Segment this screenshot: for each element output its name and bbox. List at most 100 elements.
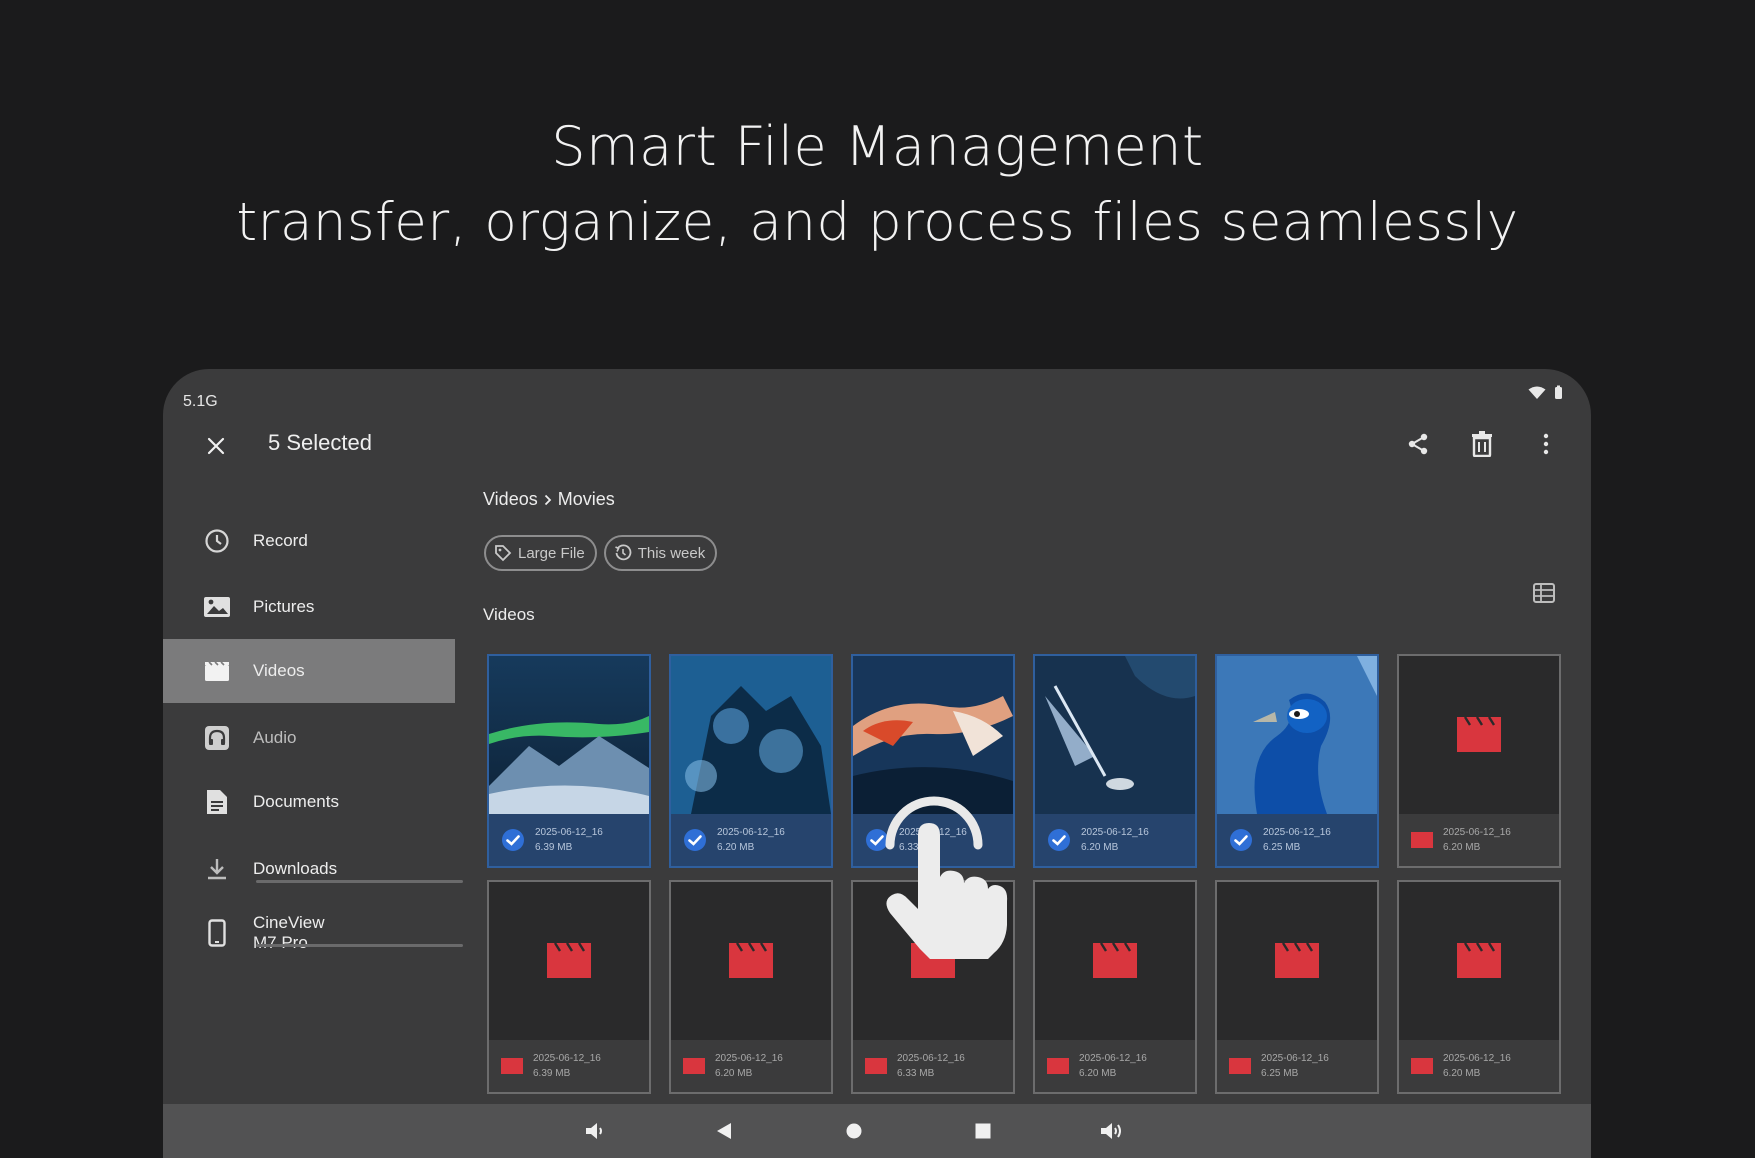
sidebar-item-label: Audio xyxy=(253,728,297,747)
download-icon xyxy=(203,855,231,883)
filter-chips: Large File This week xyxy=(484,535,718,571)
view-mode-toggle[interactable] xyxy=(1533,583,1557,605)
breadcrumb: Videos Movies xyxy=(483,489,615,510)
more-vert-icon xyxy=(1543,433,1549,455)
sidebar-item-label: Documents xyxy=(253,792,339,811)
headline-title: Smart File Management xyxy=(551,115,1204,178)
volume-down-icon xyxy=(586,1123,602,1139)
close-icon xyxy=(207,437,225,455)
battery-icon xyxy=(1555,385,1562,399)
video-file-tile[interactable]: 2025-06-12_16 6.33 MB xyxy=(851,880,1015,1094)
sidebar-item-label: Downloads xyxy=(253,859,338,878)
video-file-tile[interactable]: 2025-06-12_16 6.20 MB xyxy=(669,654,833,868)
video-file-tile[interactable]: 2025-06-12_16 6.25 MB xyxy=(1215,654,1379,868)
file-name: 2025-06-12_16 xyxy=(1079,1053,1147,1064)
check-circle-icon[interactable] xyxy=(1229,828,1253,852)
video-thumbnail xyxy=(853,656,1013,814)
list-view-icon xyxy=(1533,583,1555,603)
check-circle-icon[interactable] xyxy=(865,828,889,852)
video-file-tile[interactable]: 2025-06-12_16 6.20 MB xyxy=(1033,880,1197,1094)
image-icon xyxy=(203,593,231,621)
clock-icon xyxy=(203,527,231,555)
video-file-icon xyxy=(683,1058,705,1074)
video-thumbnail xyxy=(1399,656,1559,814)
file-meta: 2025-06-12_16 6.20 MB xyxy=(671,1040,831,1092)
file-meta: 2025-06-12_16 6.20 MB xyxy=(671,814,831,866)
volume-down-button[interactable] xyxy=(581,1117,609,1145)
more-options-button[interactable] xyxy=(1531,427,1561,461)
file-name: 2025-06-12_16 xyxy=(533,1053,601,1064)
document-icon xyxy=(203,788,231,816)
video-file-icon xyxy=(501,1058,523,1074)
video-file-tile[interactable]: 2025-06-12_16 6.20 MB xyxy=(1033,654,1197,868)
video-file-tile[interactable]: 2025-06-12_16 6.39 MB xyxy=(487,654,651,868)
share-button[interactable] xyxy=(1403,427,1433,461)
storage-indicator: 5.1G xyxy=(183,393,218,410)
filter-chip-this-week[interactable]: This week xyxy=(603,535,718,571)
close-selection-button[interactable] xyxy=(201,431,231,461)
file-name: 2025-06-12_16 xyxy=(1263,827,1331,838)
video-file-tile[interactable]: 2025-06-12_16 6.25 MB xyxy=(1215,880,1379,1094)
sidebar-item-videos[interactable]: Videos xyxy=(163,639,455,703)
check-circle-icon[interactable] xyxy=(1047,828,1071,852)
home-icon xyxy=(846,1123,862,1139)
video-file-tile[interactable]: 2025-06-12_16 6.20 MB xyxy=(1397,654,1561,868)
file-name: 2025-06-12_16 xyxy=(715,1053,783,1064)
chip-label: Large File xyxy=(518,544,585,562)
video-file-tile[interactable]: 2025-06-12_16 6.33 MB xyxy=(851,654,1015,868)
recents-icon xyxy=(975,1123,991,1139)
headline-subtitle: transfer, organize, and process files se… xyxy=(236,192,1519,253)
video-file-icon xyxy=(1047,1058,1069,1074)
file-size: 6.39 MB xyxy=(533,1068,571,1079)
video-file-tile[interactable]: 2025-06-12_16 6.20 MB xyxy=(1397,880,1561,1094)
file-size: 6.33 MB xyxy=(897,1068,935,1079)
breadcrumb-parent[interactable]: Videos xyxy=(483,489,538,510)
file-meta: 2025-06-12_16 6.20 MB xyxy=(1035,1040,1195,1092)
delete-button[interactable] xyxy=(1467,427,1497,461)
recents-button[interactable] xyxy=(969,1117,997,1145)
file-meta: 2025-06-12_16 6.39 MB xyxy=(489,1040,649,1092)
file-size: 6.20 MB xyxy=(1081,842,1119,853)
file-name: 2025-06-12_16 xyxy=(1261,1053,1329,1064)
filter-chip-large-file[interactable]: Large File xyxy=(484,535,597,571)
phone-icon xyxy=(203,919,231,947)
video-thumbnail xyxy=(1035,882,1195,1040)
chevron-right-icon xyxy=(544,494,551,505)
video-thumbnail xyxy=(489,656,649,814)
video-thumbnail xyxy=(1217,656,1377,814)
share-icon xyxy=(1408,433,1428,455)
volume-up-button[interactable] xyxy=(1097,1117,1125,1145)
video-file-tile[interactable]: 2025-06-12_16 6.20 MB xyxy=(669,880,833,1094)
video-file-tile[interactable]: 2025-06-12_16 6.39 MB xyxy=(487,880,651,1094)
section-title: Videos xyxy=(483,605,535,624)
file-size: 6.20 MB xyxy=(715,1068,753,1079)
back-icon xyxy=(717,1123,731,1139)
file-meta: 2025-06-12_16 6.33 MB xyxy=(853,814,1013,866)
sidebar-divider xyxy=(256,944,463,947)
tag-icon xyxy=(495,545,512,562)
wifi-icon xyxy=(1528,386,1546,399)
breadcrumb-current: Movies xyxy=(557,489,615,509)
video-thumbnail xyxy=(671,656,831,814)
video-thumbnail xyxy=(853,882,1013,1040)
sidebar-item-label: Pictures xyxy=(253,597,315,616)
check-circle-icon[interactable] xyxy=(683,828,707,852)
sidebar-item-label: Record xyxy=(253,531,308,550)
video-thumbnail xyxy=(489,882,649,1040)
file-size: 6.20 MB xyxy=(1443,1068,1481,1079)
file-name: 2025-06-12_16 xyxy=(1081,827,1149,838)
video-thumbnail xyxy=(1217,882,1377,1040)
system-navigation-bar xyxy=(163,1104,1591,1158)
file-size: 6.20 MB xyxy=(1443,842,1481,853)
home-button[interactable] xyxy=(840,1117,868,1145)
video-thumbnail xyxy=(671,882,831,1040)
video-file-icon xyxy=(1229,1058,1251,1074)
back-button[interactable] xyxy=(710,1117,738,1145)
file-meta: 2025-06-12_16 6.20 MB xyxy=(1035,814,1195,866)
check-circle-icon[interactable] xyxy=(501,828,525,852)
file-meta: 2025-06-12_16 6.39 MB xyxy=(489,814,649,866)
file-meta: 2025-06-12_16 6.20 MB xyxy=(1399,814,1559,866)
video-thumbnail xyxy=(1035,656,1195,814)
history-icon xyxy=(614,544,632,561)
video-file-icon xyxy=(865,1058,887,1074)
